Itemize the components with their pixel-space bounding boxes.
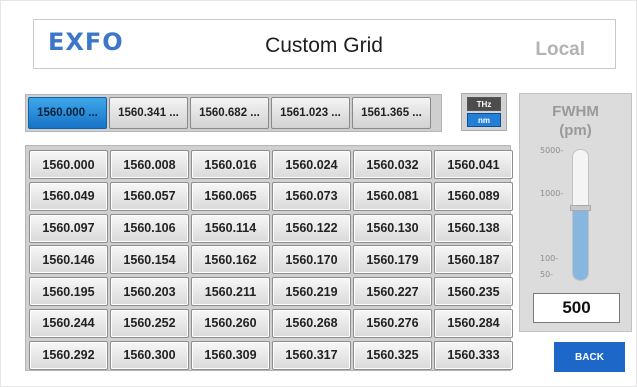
thz-unit-button[interactable]: THz [467,97,501,111]
mode-indicator: Local [535,39,585,60]
wavelength-cell[interactable]: 1560.097 [29,213,108,243]
wavelength-cell[interactable]: 1560.073 [272,181,351,211]
wavelength-cell[interactable]: 1560.041 [434,150,513,179]
exfo-logo: EXFO [48,28,124,56]
wavelength-cell[interactable]: 1560.252 [110,308,189,338]
slider-tick: 50- [540,270,554,279]
wavelength-cell[interactable]: 1560.032 [353,150,432,179]
wavelength-grid: 1560.000 1560.008 1560.016 1560.024 1560.032… [29,150,513,370]
wavelength-cell[interactable]: 1560.122 [272,213,351,243]
wavelength-cell[interactable]: 1560.195 [29,277,108,307]
fwhm-title: FWHM (pm) [520,102,631,140]
wavelength-cell[interactable]: 1560.024 [272,150,351,179]
wavelength-cell[interactable]: 1560.114 [191,213,270,243]
fwhm-slider-fill [573,207,588,280]
wavelength-cell[interactable]: 1560.089 [434,181,513,211]
back-button[interactable]: BACK [554,342,625,372]
wavelength-cell[interactable]: 1560.260 [191,308,270,338]
wavelength-cell[interactable]: 1560.146 [29,245,108,275]
bank-tab[interactable]: 1561.023 ... [271,97,350,129]
wavelength-cell[interactable]: 1560.325 [353,340,432,370]
slider-tick: 5000- [540,146,564,155]
wavelength-cell[interactable]: 1560.276 [353,308,432,338]
wavelength-cell[interactable]: 1560.106 [110,213,189,243]
bank-tab[interactable]: 1560.341 ... [109,97,188,129]
wavelength-cell[interactable]: 1560.187 [434,245,513,275]
bank-tab[interactable]: 1560.000 ... [28,97,107,129]
wavelength-cell[interactable]: 1560.016 [191,150,270,179]
wavelength-grid-panel: 1560.000 1560.008 1560.016 1560.024 1560.032… [25,145,513,371]
wavelength-cell[interactable]: 1560.000 [29,150,108,179]
wavelength-cell[interactable]: 1560.219 [272,277,351,307]
wavelength-cell[interactable]: 1560.154 [110,245,189,275]
wavelength-cell[interactable]: 1560.268 [272,308,351,338]
wavelength-cell[interactable]: 1560.130 [353,213,432,243]
wavelength-cell[interactable]: 1560.081 [353,181,432,211]
wavelength-cell[interactable]: 1560.203 [110,277,189,307]
wavelength-cell[interactable]: 1560.235 [434,277,513,307]
wavelength-cell[interactable]: 1560.284 [434,308,513,338]
slider-tick: 1000- [540,189,564,198]
wavelength-cell[interactable]: 1560.138 [434,213,513,243]
wavelength-cell[interactable]: 1560.008 [110,150,189,179]
page-title: Custom Grid [265,34,383,57]
unit-toggle: THz nm [461,93,507,131]
wavelength-cell[interactable]: 1560.317 [272,340,351,370]
wavelength-cell[interactable]: 1560.309 [191,340,270,370]
wavelength-cell[interactable]: 1560.179 [353,245,432,275]
wavelength-cell[interactable]: 1560.227 [353,277,432,307]
fwhm-unit-label: (pm) [559,122,592,139]
bank-tab[interactable]: 1561.365 ... [352,97,431,129]
wavelength-cell[interactable]: 1560.244 [29,308,108,338]
bank-tab[interactable]: 1560.682 ... [190,97,269,129]
wavelength-cell[interactable]: 1560.292 [29,340,108,370]
fwhm-slider-thumb[interactable] [570,205,591,212]
bank-tabs: 1560.000 ... 1560.341 ... 1560.682 ... 1… [25,94,442,132]
wavelength-cell[interactable]: 1560.162 [191,245,270,275]
fwhm-slider-track[interactable] [572,149,589,281]
wavelength-cell[interactable]: 1560.049 [29,181,108,211]
wavelength-cell[interactable]: 1560.065 [191,181,270,211]
wavelength-cell[interactable]: 1560.333 [434,340,513,370]
fwhm-label: FWHM [552,103,599,120]
header-bar: EXFO Custom Grid Local [33,19,616,69]
wavelength-cell[interactable]: 1560.170 [272,245,351,275]
wavelength-cell[interactable]: 1560.057 [110,181,189,211]
wavelength-cell[interactable]: 1560.211 [191,277,270,307]
fwhm-value-field[interactable]: 500 [533,293,620,323]
wavelength-cell[interactable]: 1560.300 [110,340,189,370]
nm-unit-button[interactable]: nm [467,113,501,127]
slider-tick: 100- [540,254,559,263]
